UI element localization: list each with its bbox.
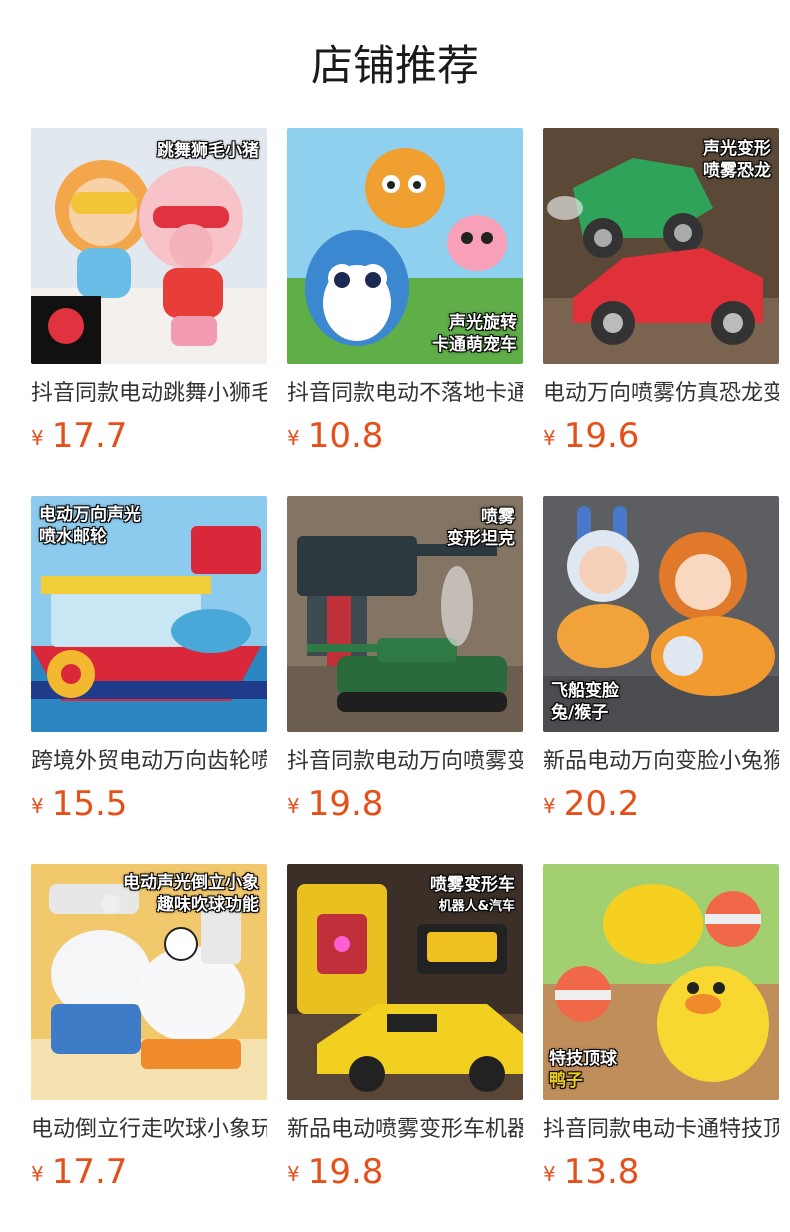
page-title: 店铺推荐 — [310, 41, 479, 90]
product-price: ¥19.6 — [543, 416, 779, 456]
product-name[interactable]: 新品电动万向变脸小兔猴子飞船 — [543, 746, 779, 778]
image-caption: 喷雾变形车 机器人&汽车 — [430, 875, 515, 914]
product-image[interactable]: 喷雾 变形坦克 — [287, 496, 523, 732]
product-image[interactable]: 喷雾变形车 机器人&汽车 — [287, 864, 523, 1100]
price-value: 13.8 — [563, 1152, 640, 1192]
product-image[interactable]: 电动声光倒立小象 趣味吹球功能 — [31, 864, 267, 1100]
currency-symbol: ¥ — [543, 426, 556, 450]
product-image[interactable]: 飞船变脸 兔/猴子 — [543, 496, 779, 732]
dancing-pig-toy-icon — [31, 128, 267, 364]
price-value: 19.8 — [307, 1152, 384, 1192]
image-caption: 跳舞狮毛小猪 — [157, 141, 259, 161]
product-card[interactable]: 电动声光倒立小象 趣味吹球功能 电动倒立行走吹球小象玩具 ¥17.7 — [31, 864, 267, 1192]
product-name[interactable]: 抖音同款电动跳舞小狮毛小猪 — [31, 378, 267, 410]
image-caption: 电动声光倒立小象 趣味吹球功能 — [123, 873, 259, 915]
product-name[interactable]: 抖音同款电动卡通特技顶球鸭子 — [543, 1114, 779, 1146]
currency-symbol: ¥ — [287, 426, 300, 450]
product-name[interactable]: 新品电动喷雾变形车机器人汽车 — [287, 1114, 523, 1146]
product-name[interactable]: 电动万向喷雾仿真恐龙变形车 — [543, 378, 779, 410]
image-caption: 飞船变脸 兔/猴子 — [551, 681, 619, 723]
product-image[interactable]: 声光旋转 卡通萌宠车 — [287, 128, 523, 364]
image-caption: 特技顶球 鸭子 — [549, 1049, 617, 1091]
image-caption: 声光变形 喷雾恐龙 — [703, 139, 771, 181]
product-card[interactable]: 喷雾变形车 机器人&汽车 新品电动喷雾变形车机器人汽车 ¥19.8 — [287, 864, 523, 1192]
price-value: 17.7 — [51, 416, 128, 456]
currency-symbol: ¥ — [287, 794, 300, 818]
product-image[interactable]: 特技顶球 鸭子 — [543, 864, 779, 1100]
product-name[interactable]: 电动倒立行走吹球小象玩具 — [31, 1114, 267, 1146]
price-value: 10.8 — [307, 416, 384, 456]
product-card[interactable]: 声光旋转 卡通萌宠车 抖音同款电动不落地卡通萌宠车 ¥10.8 — [287, 128, 523, 456]
price-value: 19.8 — [307, 784, 384, 824]
product-card[interactable]: 声光变形 喷雾恐龙 电动万向喷雾仿真恐龙变形车 ¥19.6 — [543, 128, 779, 456]
price-value: 17.7 — [51, 1152, 128, 1192]
product-card[interactable]: 跳舞狮毛小猪 抖音同款电动跳舞小狮毛小猪 ¥17.7 — [31, 128, 267, 456]
currency-symbol: ¥ — [31, 426, 44, 450]
image-caption: 喷雾 变形坦克 — [447, 507, 515, 549]
image-caption: 电动万向声光 喷水邮轮 — [39, 505, 141, 547]
product-price: ¥20.2 — [543, 784, 779, 824]
currency-symbol: ¥ — [543, 1162, 556, 1186]
price-value: 19.6 — [563, 416, 640, 456]
product-card[interactable]: 电动万向声光 喷水邮轮 跨境外贸电动万向齿轮喷水邮轮 ¥15.5 — [31, 496, 267, 824]
product-card[interactable]: 飞船变脸 兔/猴子 新品电动万向变脸小兔猴子飞船 ¥20.2 — [543, 496, 779, 824]
product-price: ¥15.5 — [31, 784, 267, 824]
product-name[interactable]: 抖音同款电动万向喷雾变形坦克 — [287, 746, 523, 778]
currency-symbol: ¥ — [543, 794, 556, 818]
product-name[interactable]: 跨境外贸电动万向齿轮喷水邮轮 — [31, 746, 267, 778]
product-price: ¥19.8 — [287, 1152, 523, 1192]
price-value: 15.5 — [51, 784, 128, 824]
product-card[interactable]: 特技顶球 鸭子 抖音同款电动卡通特技顶球鸭子 ¥13.8 — [543, 864, 779, 1192]
product-image[interactable]: 声光变形 喷雾恐龙 — [543, 128, 779, 364]
product-image[interactable]: 跳舞狮毛小猪 — [31, 128, 267, 364]
product-price: ¥19.8 — [287, 784, 523, 824]
product-price: ¥13.8 — [543, 1152, 779, 1192]
product-name[interactable]: 抖音同款电动不落地卡通萌宠车 — [287, 378, 523, 410]
product-card[interactable]: 喷雾 变形坦克 抖音同款电动万向喷雾变形坦克 ¥19.8 — [287, 496, 523, 824]
image-caption: 声光旋转 卡通萌宠车 — [432, 313, 517, 355]
product-price: ¥17.7 — [31, 1152, 267, 1192]
product-price: ¥10.8 — [287, 416, 523, 456]
currency-symbol: ¥ — [31, 1162, 44, 1186]
currency-symbol: ¥ — [31, 794, 44, 818]
product-price: ¥17.7 — [31, 416, 267, 456]
product-image[interactable]: 电动万向声光 喷水邮轮 — [31, 496, 267, 732]
currency-symbol: ¥ — [287, 1162, 300, 1186]
price-value: 20.2 — [563, 784, 640, 824]
